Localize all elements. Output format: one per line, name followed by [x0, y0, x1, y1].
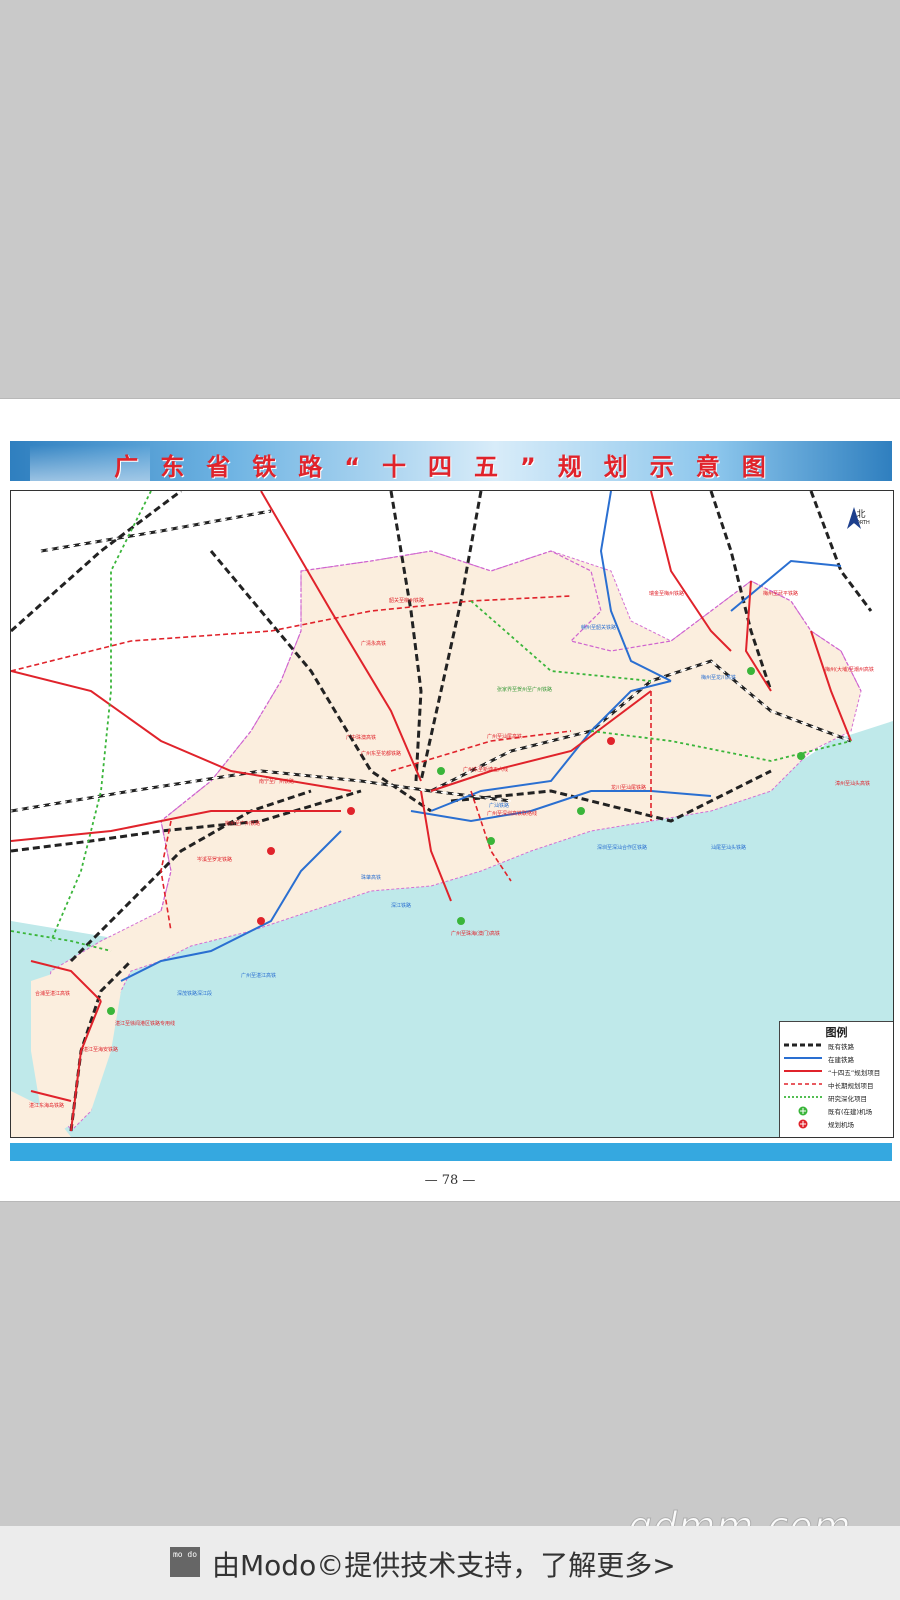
legend-label: 在建铁路 — [828, 1056, 854, 1064]
legend-item-existing-airport: 既有(在建)机场 — [784, 1105, 892, 1117]
legend-label: 研究深化项目 — [828, 1095, 867, 1103]
modo-logo-icon: mo do — [170, 1547, 200, 1577]
map-label: 南宁至广州铁路 — [259, 779, 295, 785]
map-label: 深圳至深汕合作区铁路 — [597, 845, 648, 851]
map-label: 深茂铁路深江段 — [177, 991, 213, 997]
map-label: 广州至深圳高铁联络线 — [487, 811, 538, 817]
compass-arrow-icon — [847, 507, 861, 529]
legend-label: 规划机场 — [828, 1121, 854, 1129]
map-label: 广清永高铁 — [361, 641, 387, 647]
map-label: 赣州至韶关铁路 — [581, 625, 617, 631]
legend-item-14th-plan: “十四五”规划项目 — [784, 1066, 892, 1078]
footer-link[interactable]: 由Modo©提供技术支持，了解更多> — [212, 1544, 676, 1584]
map-label: 深江铁路 — [391, 903, 412, 909]
railway-map[interactable]: 北 NORTH 瑞金至梅州铁路 梅州至武平铁路 韶关至柳州铁路 广清永高铁 赣州… — [10, 490, 894, 1138]
legend-item-existing-rail: 既有铁路 — [784, 1040, 892, 1052]
map-label: 广州东至花都铁路 — [361, 751, 402, 757]
map-label: 珠肇高铁 — [361, 875, 382, 881]
legend-item-long-term-plan: 中长期规划项目 — [784, 1079, 892, 1091]
map-label: 合浦至湛江高铁 — [35, 991, 71, 997]
map-label: 广州至湛江高铁 — [241, 973, 277, 979]
map-label: 瑞金至梅州铁路 — [649, 591, 685, 597]
title-banner: 广东省铁路“十四五”规划示意图 — [10, 441, 892, 481]
map-label: 岑溪至罗定铁路 — [197, 857, 233, 863]
map-legend: 图例 既有铁路 在建铁路 “十四五”规划项目 中长期规划项目 研究深化项目 既有… — [779, 1021, 893, 1137]
map-label: 广州东至新塘五六线 — [463, 767, 509, 773]
map-label: 广州至珠海(澳门)高铁 — [451, 931, 500, 937]
map-label: 广中珠澳高铁 — [346, 735, 377, 741]
map-graphic — [11, 491, 893, 1137]
map-label: 梅州(大埔)至潮州高铁 — [825, 667, 874, 673]
map-label: 漳州至汕头高铁 — [835, 781, 871, 787]
page-number: — 78 — — [424, 1173, 476, 1188]
map-label: 张家界至贺州至广州铁路 — [497, 687, 553, 693]
legend-label: 既有铁路 — [828, 1043, 854, 1051]
document-page: 广东省铁路“十四五”规划示意图 北 NORTH 瑞金至梅州铁路 梅州至武平铁路 … — [0, 398, 900, 1202]
legend-title: 图例 — [825, 1026, 848, 1039]
map-label: 龙川至汕尾铁路 — [611, 785, 647, 791]
map-label: 湛江东海岛铁路 — [29, 1103, 65, 1109]
map-label: 广汕铁路 — [489, 803, 510, 809]
map-label: 广州至汕尾高铁 — [487, 734, 523, 740]
map-label: 韶关至柳州铁路 — [389, 598, 425, 604]
map-title: 广东省铁路“十四五”规划示意图 — [114, 453, 788, 481]
map-label: 梅州至武平铁路 — [763, 591, 799, 597]
bottom-color-bar — [10, 1143, 892, 1161]
map-label: 柳州至广州铁路 — [225, 821, 261, 827]
footer-bar[interactable]: mo do 由Modo©提供技术支持，了解更多> — [0, 1526, 900, 1600]
map-label: 湛江至海安铁路 — [83, 1047, 119, 1053]
legend-label: 中长期规划项目 — [828, 1082, 874, 1090]
legend-item-planned-airport: 规划机场 — [784, 1118, 892, 1130]
map-label: 湛江至徐闻港区铁路专用线 — [115, 1021, 176, 1027]
north-arrow: 北 NORTH — [847, 507, 875, 529]
legend-label: “十四五”规划项目 — [828, 1069, 881, 1077]
map-label: 梅州至龙川高铁 — [701, 675, 737, 681]
map-label: 汕尾至汕头铁路 — [711, 845, 747, 851]
legend-item-under-construction: 在建铁路 — [784, 1053, 892, 1065]
legend-item-research: 研究深化项目 — [784, 1092, 892, 1104]
legend-label: 既有(在建)机场 — [828, 1108, 873, 1116]
